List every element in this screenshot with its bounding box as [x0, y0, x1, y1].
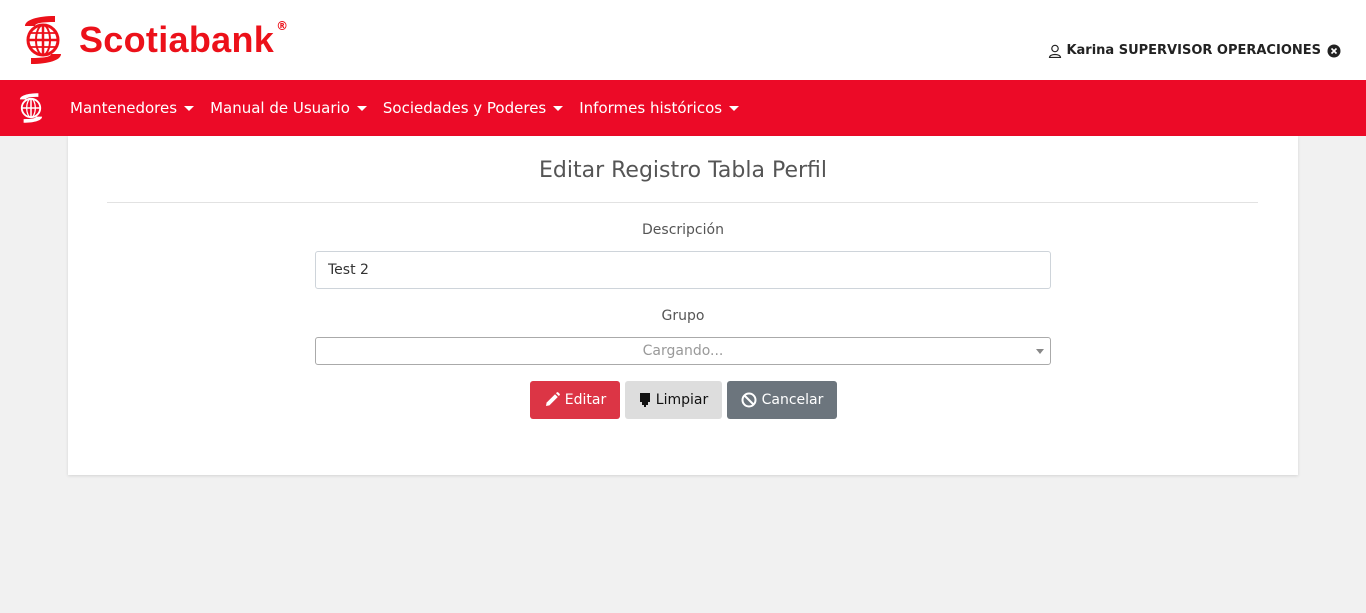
top-header: Scotiabank ® Karina SUPERVISOR OPERACION… — [0, 0, 1366, 80]
clear-button-label: Limpiar — [655, 392, 709, 408]
nav-item-label: Sociedades y Poderes — [382, 99, 547, 117]
nav-item-sociedades-y-poderes[interactable]: Sociedades y Poderes — [375, 99, 571, 117]
title-divider — [107, 202, 1258, 203]
ban-icon — [741, 392, 762, 408]
registered-mark: ® — [276, 19, 289, 33]
grupo-select-value: Cargando... — [642, 343, 724, 359]
caret-down-icon — [356, 105, 367, 111]
nav-item-label: Mantenedores — [70, 99, 178, 117]
descripcion-label: Descripción — [642, 222, 724, 238]
close-circle-icon[interactable] — [1327, 44, 1341, 58]
nav-menu: Mantenedores Manual de Usuario Sociedade… — [62, 80, 747, 136]
clear-button[interactable]: Limpiar — [625, 381, 722, 419]
cancel-button-label: Cancelar — [761, 392, 824, 408]
brand-name: Scotiabank — [79, 19, 275, 60]
main-navbar: Mantenedores Manual de Usuario Sociedade… — [0, 80, 1366, 136]
nav-item-manual-de-usuario[interactable]: Manual de Usuario — [202, 99, 375, 117]
scotiabank-logo-icon[interactable] — [16, 92, 46, 128]
edit-form-card: Editar Registro Tabla Perfil Descripción… — [68, 136, 1298, 475]
grupo-label: Grupo — [661, 308, 705, 324]
descripcion-input[interactable] — [315, 251, 1051, 289]
user-icon — [1048, 44, 1062, 58]
scotiabank-logo[interactable]: Scotiabank ® — [19, 14, 288, 66]
chevron-down-icon — [1036, 349, 1044, 354]
pencil-icon — [544, 392, 565, 408]
edit-button[interactable]: Editar — [530, 381, 620, 419]
nav-item-mantenedores[interactable]: Mantenedores — [62, 99, 202, 117]
form-actions: Editar Limpiar Cancelar — [530, 381, 842, 419]
caret-down-icon — [729, 105, 740, 111]
nav-item-label: Manual de Usuario — [210, 99, 350, 117]
page-title: Editar Registro Tabla Perfil — [539, 158, 827, 183]
nav-item-label: Informes históricos — [579, 99, 723, 117]
user-info: Karina SUPERVISOR OPERACIONES — [1048, 43, 1341, 58]
caret-down-icon — [184, 105, 195, 111]
scotiabank-logo-icon — [19, 14, 67, 66]
cancel-button[interactable]: Cancelar — [727, 381, 837, 419]
grupo-select[interactable]: Cargando... — [315, 337, 1051, 365]
eraser-icon — [639, 392, 656, 408]
user-name: Karina SUPERVISOR OPERACIONES — [1066, 43, 1321, 58]
nav-item-informes-historicos[interactable]: Informes históricos — [571, 99, 747, 117]
edit-button-label: Editar — [564, 392, 607, 408]
caret-down-icon — [553, 105, 564, 111]
